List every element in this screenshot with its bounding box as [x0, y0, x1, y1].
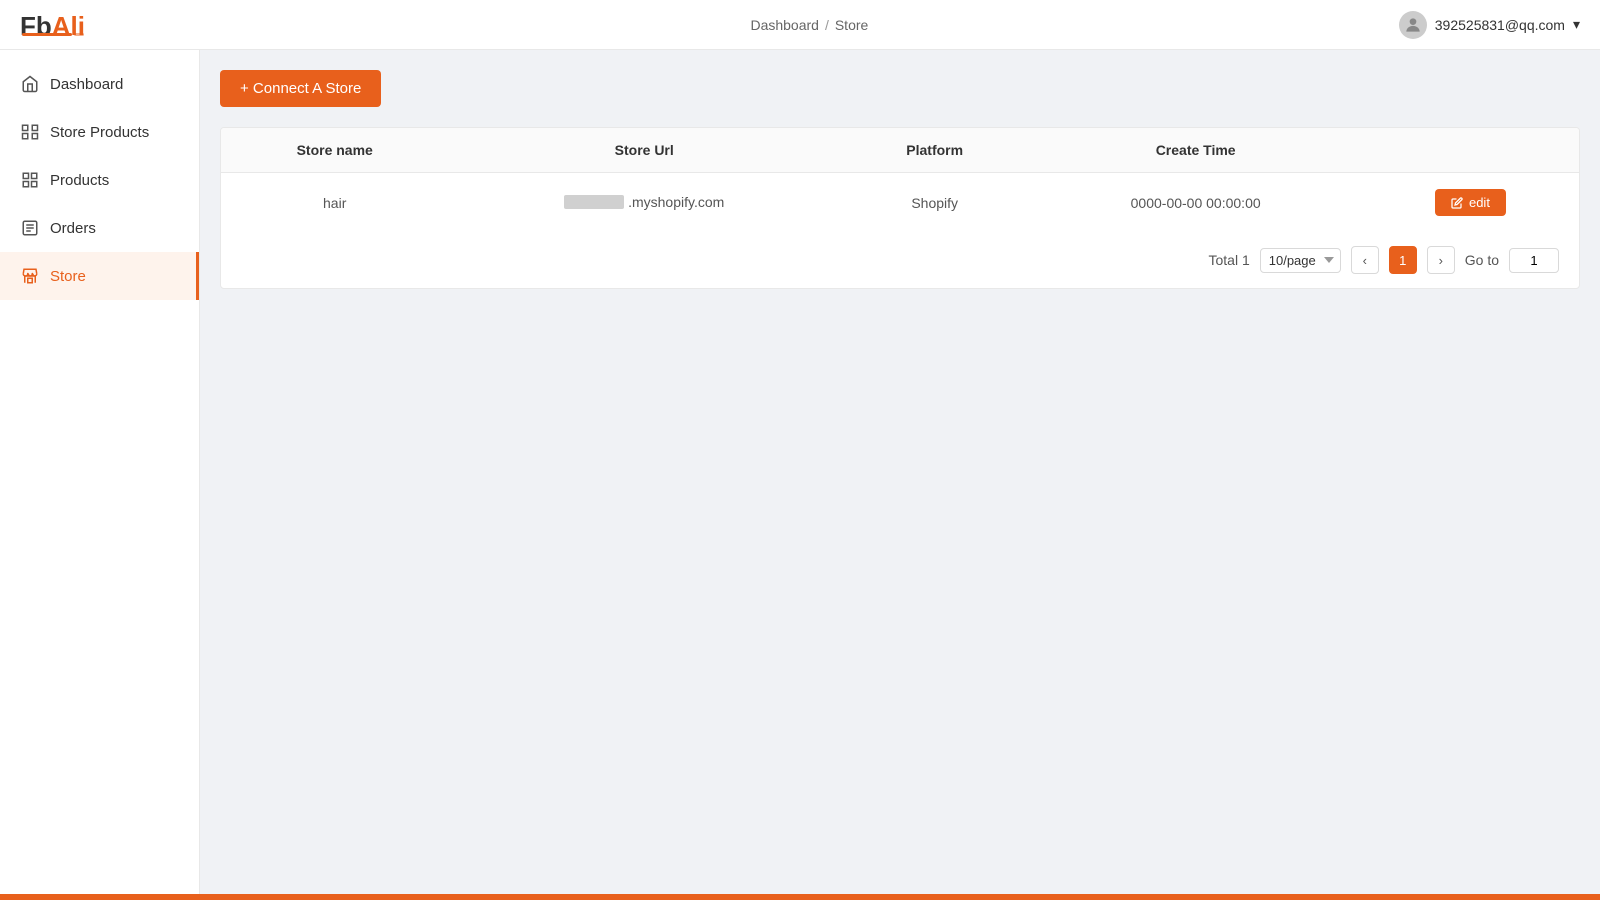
col-store-name: Store name [221, 128, 448, 173]
logo-fb: Fb [20, 11, 52, 41]
store-table: Store name Store Url Platform Create Tim… [221, 128, 1579, 232]
user-icon [1403, 15, 1423, 35]
sidebar-store-label: Store [50, 268, 86, 285]
url-redacted-block [564, 195, 624, 209]
sidebar-item-orders[interactable]: Orders [0, 204, 199, 252]
breadcrumb: Dashboard / Store [750, 17, 868, 33]
col-create-time: Create Time [1029, 128, 1362, 173]
sidebar-item-store-products[interactable]: Store Products [0, 108, 199, 156]
logo-ali: Ali [52, 11, 85, 41]
sidebar-products-label: Products [50, 172, 109, 189]
cell-store-name: hair [221, 173, 448, 233]
goto-label: Go to [1465, 252, 1499, 268]
cell-platform: Shopify [840, 173, 1029, 233]
col-store-url: Store Url [448, 128, 840, 173]
logo-area: FbAli [20, 13, 220, 36]
page-1-button[interactable]: 1 [1389, 246, 1417, 274]
sidebar-dashboard-label: Dashboard [50, 76, 123, 93]
store-url-display: .myshopify.com [564, 194, 724, 210]
col-actions [1362, 128, 1579, 173]
sidebar-item-store[interactable]: Store [0, 252, 199, 300]
edit-icon [1451, 197, 1463, 209]
table-header-row: Store name Store Url Platform Create Tim… [221, 128, 1579, 173]
orders-icon [20, 218, 40, 238]
cell-actions: edit [1362, 173, 1579, 233]
main-content: + Connect A Store Store name Store Url P… [200, 50, 1600, 900]
store-icon [20, 266, 40, 286]
connect-store-button[interactable]: + Connect A Store [220, 70, 381, 107]
sidebar-item-products[interactable]: Products [0, 156, 199, 204]
user-email: 392525831@qq.com [1435, 17, 1565, 33]
col-platform: Platform [840, 128, 1029, 173]
tag-icon [20, 122, 40, 142]
breadcrumb-current: Store [835, 17, 868, 33]
logo-wrapper: FbAli [20, 13, 85, 36]
pagination: Total 1 10/page 20/page 50/page ‹ 1 › Go… [221, 232, 1579, 288]
cell-store-url: .myshopify.com [448, 173, 840, 233]
page-size-select[interactable]: 10/page 20/page 50/page [1260, 248, 1341, 273]
pagination-total: Total 1 [1209, 252, 1250, 268]
sidebar-store-products-label: Store Products [50, 124, 149, 141]
user-chevron-icon: ▾ [1573, 16, 1580, 33]
header: FbAli Dashboard / Store 392525831@qq.com… [0, 0, 1600, 50]
home-icon [20, 74, 40, 94]
user-avatar [1399, 11, 1427, 39]
goto-input[interactable] [1509, 248, 1559, 273]
bottom-bar [0, 894, 1600, 900]
products-icon [20, 170, 40, 190]
cell-create-time: 0000-00-00 00:00:00 [1029, 173, 1362, 233]
user-area[interactable]: 392525831@qq.com ▾ [1399, 11, 1580, 39]
prev-page-button[interactable]: ‹ [1351, 246, 1379, 274]
store-table-card: Store name Store Url Platform Create Tim… [220, 127, 1580, 289]
sidebar-item-dashboard[interactable]: Dashboard [0, 60, 199, 108]
url-suffix: .myshopify.com [628, 194, 724, 210]
layout: Dashboard Store Products [0, 50, 1600, 900]
edit-button[interactable]: edit [1435, 189, 1506, 216]
sidebar-orders-label: Orders [50, 220, 96, 237]
edit-label: edit [1469, 195, 1490, 210]
breadcrumb-separator: / [825, 17, 829, 33]
next-page-button[interactable]: › [1427, 246, 1455, 274]
sidebar: Dashboard Store Products [0, 50, 200, 900]
breadcrumb-dashboard[interactable]: Dashboard [750, 17, 819, 33]
table-row: hair .myshopify.com Shopify 0000-00-00 0… [221, 173, 1579, 233]
